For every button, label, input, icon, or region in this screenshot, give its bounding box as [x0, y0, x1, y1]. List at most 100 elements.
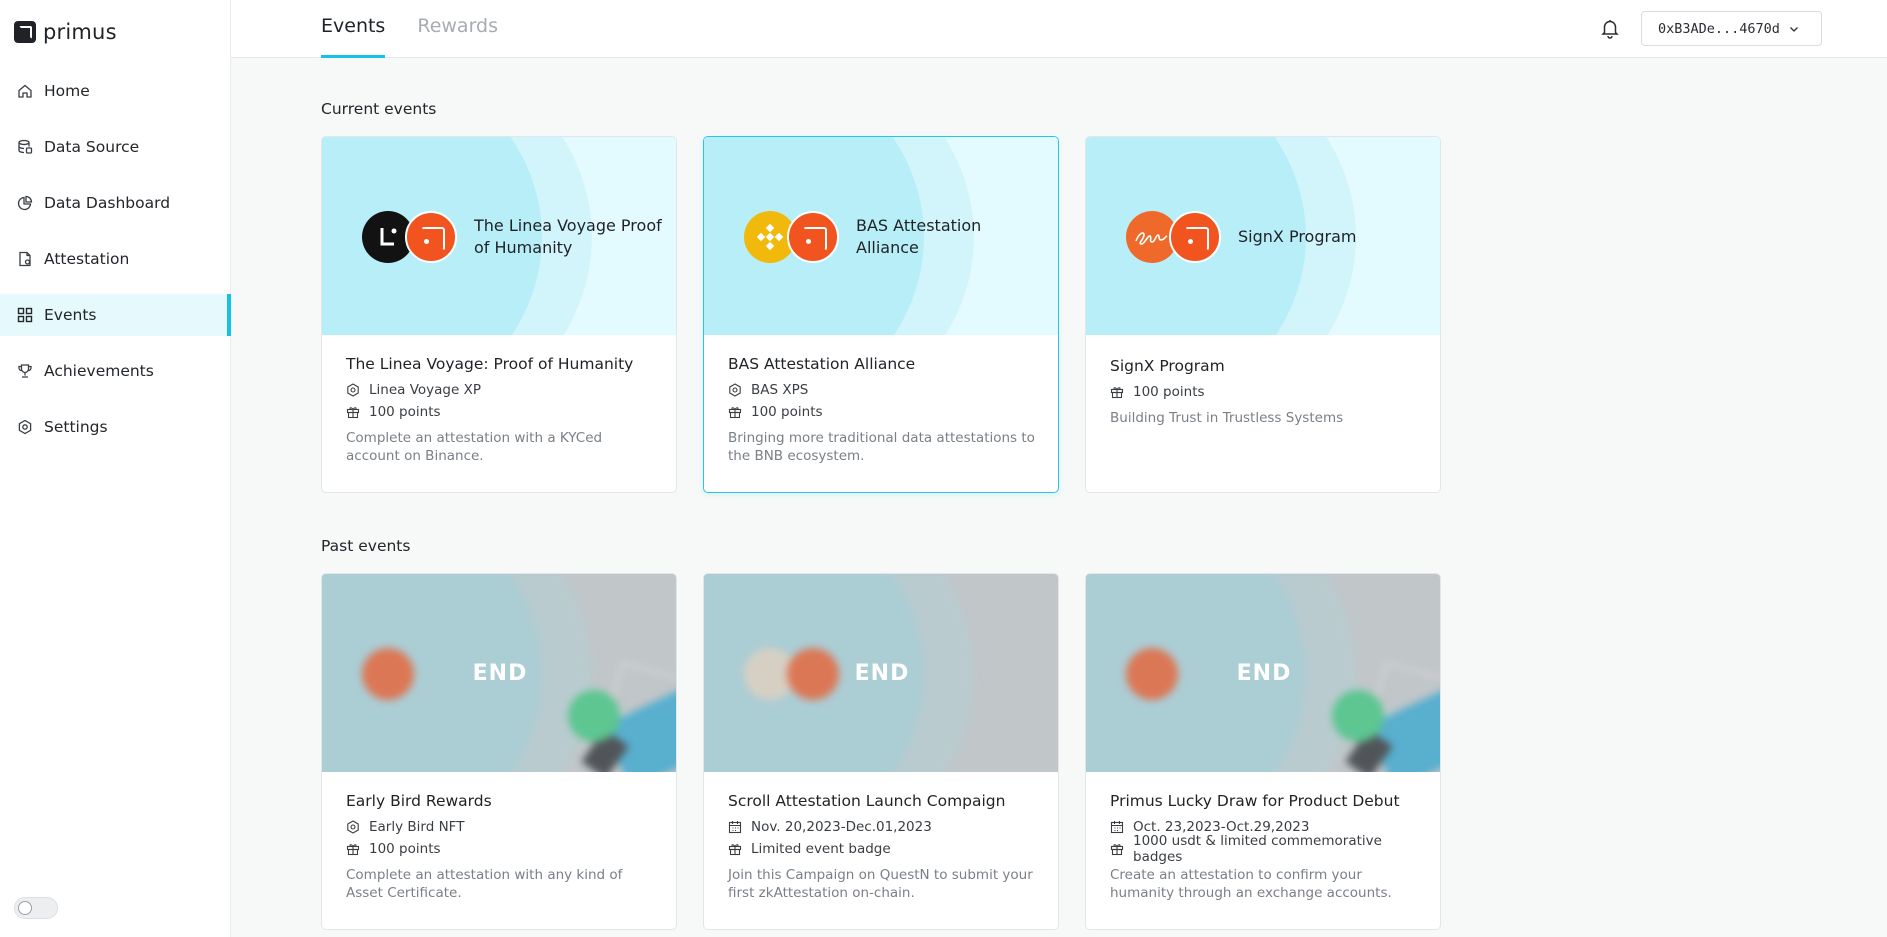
- sidebar-item-label: Settings: [44, 418, 108, 436]
- current-events-heading: Current events: [321, 100, 437, 118]
- event-points-text: 100 points: [369, 404, 441, 420]
- past-events-heading: Past events: [321, 537, 411, 555]
- event-description: Building Trust in Trustless Systems: [1110, 410, 1344, 426]
- sidebar-item-data-dashboard[interactable]: Data Dashboard: [0, 182, 231, 224]
- event-banner: SignX Program: [1086, 137, 1440, 335]
- document-icon: [17, 251, 33, 267]
- theme-toggle[interactable]: [14, 897, 58, 919]
- event-reward-text: 1000 usdt & limited commemorative badges: [1133, 833, 1382, 865]
- event-banner: END: [1086, 574, 1440, 772]
- calendar-icon: [728, 821, 742, 834]
- event-description: Bringing more traditional data attestati…: [728, 430, 1035, 464]
- event-dates: Nov. 20,2023-Dec.01,2023: [728, 816, 1040, 838]
- event-card-linea[interactable]: The Linea Voyage Proof of Humanity The L…: [321, 136, 677, 493]
- badge-icon: [729, 383, 741, 397]
- event-title: Primus Lucky Draw for Product Debut: [1110, 792, 1400, 810]
- gear-icon: [17, 419, 33, 435]
- event-reward: Early Bird NFT: [346, 816, 658, 838]
- event-title: Early Bird Rewards: [346, 792, 492, 810]
- primus-logo-icon: [405, 211, 457, 263]
- event-description: Complete an attestation with any kind of…: [346, 867, 623, 901]
- wallet-button[interactable]: 0xB3ADe...4670d: [1641, 11, 1822, 46]
- tab-rewards[interactable]: Rewards: [417, 0, 498, 58]
- event-description: Create an attestation to confirm your hu…: [1110, 867, 1392, 901]
- top-header: Events Rewards 0xB3ADe...4670d: [231, 0, 1887, 58]
- event-reward: Linea Voyage XP: [346, 379, 658, 401]
- banner-title: The Linea Voyage Proof of Humanity: [474, 216, 662, 257]
- event-title: BAS Attestation Alliance: [728, 355, 916, 373]
- gift-icon: [728, 407, 742, 419]
- database-icon: [17, 139, 33, 155]
- tab-events[interactable]: Events: [321, 0, 386, 58]
- event-banner: The Linea Voyage Proof of Humanity: [322, 137, 676, 335]
- sidebar-item-settings[interactable]: Settings: [0, 406, 231, 448]
- event-points: 100 points: [728, 401, 1040, 423]
- event-points-text: 100 points: [1133, 384, 1205, 400]
- event-reward-text: Limited event badge: [751, 841, 891, 857]
- event-card-bas[interactable]: BAS Attestation Alliance BAS Attestation…: [703, 136, 1059, 493]
- event-points: 100 points: [346, 401, 658, 423]
- event-points: 100 points: [1110, 381, 1422, 403]
- gift-icon: [1110, 387, 1124, 399]
- sidebar-item-achievements[interactable]: Achievements: [0, 350, 231, 392]
- primus-logo-icon: [787, 211, 839, 263]
- sidebar-item-attestation[interactable]: Attestation: [0, 238, 231, 280]
- banner-title: BAS Attestation Alliance: [856, 216, 982, 257]
- app-name: primus: [43, 20, 117, 44]
- ended-label: END: [1236, 660, 1292, 686]
- event-title: SignX Program: [1110, 357, 1225, 375]
- event-card-scroll[interactable]: END Scroll Attestation Launch Compaign N…: [703, 573, 1059, 930]
- gift-icon: [346, 844, 360, 856]
- event-reward: 1000 usdt & limited commemorative badges: [1110, 833, 1422, 865]
- event-title: Scroll Attestation Launch Compaign: [728, 792, 1006, 810]
- sidebar-item-label: Events: [44, 306, 97, 324]
- event-points-text: 100 points: [751, 404, 823, 420]
- event-points-text: 100 points: [369, 841, 441, 857]
- sidebar-item-home[interactable]: Home: [0, 70, 231, 112]
- sidebar-item-label: Home: [44, 82, 90, 100]
- gift-icon: [1110, 844, 1124, 856]
- event-description: Join this Campaign on QuestN to submit y…: [728, 867, 1033, 901]
- sun-icon: [18, 901, 32, 915]
- bell-icon[interactable]: [1599, 17, 1621, 39]
- sidebar: primus Home Data Source Data Dashboard A…: [0, 0, 231, 937]
- event-card-signx[interactable]: SignX Program SignX Program 100 points B…: [1085, 136, 1441, 493]
- wallet-address: 0xB3ADe...4670d: [1658, 20, 1780, 37]
- primus-logo-icon: [14, 21, 36, 43]
- app-logo[interactable]: primus: [14, 20, 117, 44]
- sidebar-item-label: Data Source: [44, 138, 140, 156]
- event-card-early-bird[interactable]: END Early Bird Rewards Early Bird NFT 10…: [321, 573, 677, 930]
- event-title: The Linea Voyage: Proof of Humanity: [346, 355, 634, 373]
- primus-logo-icon: [1169, 211, 1221, 263]
- chevron-down-icon: [1789, 26, 1798, 32]
- event-banner: END: [704, 574, 1058, 772]
- event-banner: BAS Attestation Alliance: [704, 137, 1058, 335]
- event-reward-text: Early Bird NFT: [369, 819, 465, 835]
- home-icon: [17, 83, 33, 99]
- sidebar-nav: Home Data Source Data Dashboard Attestat…: [0, 70, 231, 462]
- badge-icon: [347, 383, 359, 397]
- sidebar-item-label: Achievements: [44, 362, 154, 380]
- event-reward: Limited event badge: [728, 838, 1040, 860]
- tab-bar: Events Rewards: [321, 0, 498, 58]
- grid-icon: [17, 307, 33, 323]
- event-banner: END: [322, 574, 676, 772]
- gift-icon: [346, 407, 360, 419]
- sidebar-item-label: Attestation: [44, 250, 130, 268]
- sidebar-item-data-source[interactable]: Data Source: [0, 126, 231, 168]
- event-reward-text: Linea Voyage XP: [369, 382, 481, 398]
- event-points: 100 points: [346, 838, 658, 860]
- event-description: Complete an attestation with a KYCed acc…: [346, 430, 603, 464]
- calendar-icon: [1110, 821, 1124, 834]
- event-reward-text: BAS XPS: [751, 382, 809, 398]
- sidebar-item-events[interactable]: Events: [0, 294, 231, 336]
- event-dates-text: Nov. 20,2023-Dec.01,2023: [751, 819, 932, 835]
- event-card-lucky-draw[interactable]: END Primus Lucky Draw for Product Debut …: [1085, 573, 1441, 930]
- ended-label: END: [854, 660, 910, 686]
- ended-label: END: [472, 660, 528, 686]
- gift-icon: [728, 844, 742, 856]
- banner-title: SignX Program: [1238, 227, 1357, 246]
- trophy-icon: [17, 363, 33, 379]
- badge-icon: [347, 820, 359, 834]
- event-reward: BAS XPS: [728, 379, 1040, 401]
